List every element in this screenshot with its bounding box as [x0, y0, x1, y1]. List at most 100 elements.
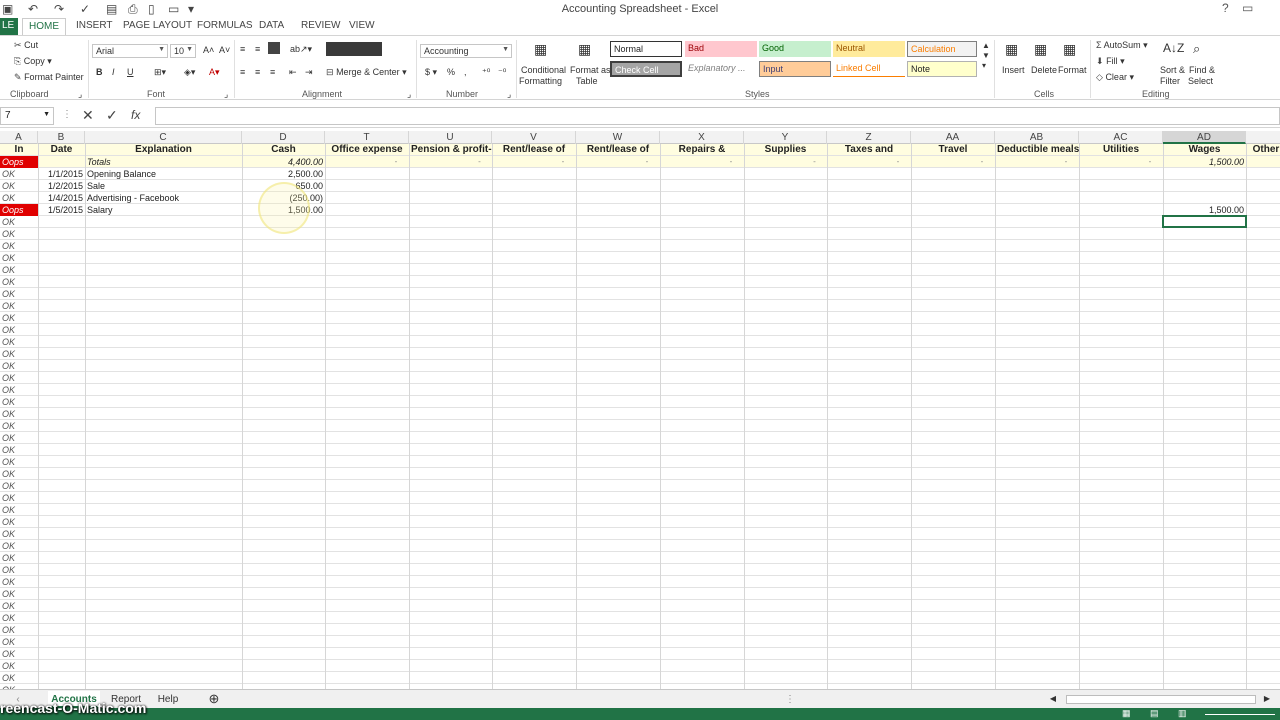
increase-indent-icon[interactable]: ⇥	[305, 67, 313, 78]
cell-y[interactable]: -	[744, 156, 827, 168]
cell-w[interactable]: -	[576, 156, 660, 168]
insert-cells-button[interactable]: Insert	[1002, 65, 1025, 75]
select-label[interactable]: Select	[1188, 76, 1213, 86]
delete-cells-button[interactable]: Delete	[1031, 65, 1057, 75]
cell-aa[interactable]: -	[911, 156, 995, 168]
cell-ac[interactable]: -	[1079, 156, 1163, 168]
decrease-indent-icon[interactable]: ⇤	[289, 67, 297, 78]
font-size-select[interactable]: 10 ▼	[170, 44, 196, 58]
align-right-icon[interactable]: ≡	[270, 67, 275, 77]
cell-d[interactable]: 2,500.00	[242, 168, 325, 180]
tab-home[interactable]: HOME	[22, 18, 66, 36]
cell-c[interactable]: Explanation	[85, 144, 242, 156]
format-cells-icon[interactable]: ▦	[1063, 41, 1076, 58]
fill-color-icon[interactable]: ◈▾	[184, 67, 195, 78]
add-sheet-icon[interactable]: ⊕	[204, 691, 224, 708]
cell-ad[interactable]	[1163, 192, 1246, 204]
column-header-y[interactable]: Y	[744, 131, 827, 144]
column-header-aa[interactable]: AA	[911, 131, 995, 144]
cell-a[interactable]: OK	[0, 456, 38, 468]
cell-aa[interactable]: Travel	[911, 144, 995, 156]
font-color-icon[interactable]: A▾	[209, 67, 220, 78]
alignment-launcher-icon[interactable]: ⌟	[407, 89, 411, 100]
sheet-tab-help[interactable]: Help	[150, 691, 186, 708]
cell-a[interactable]: OK	[0, 372, 38, 384]
cancel-icon[interactable]: ✕	[82, 107, 94, 124]
column-header-w[interactable]: W	[576, 131, 660, 144]
cell-a[interactable]: OK	[0, 564, 38, 576]
cell-a[interactable]: Oops	[0, 204, 38, 216]
cell-a[interactable]: OK	[0, 288, 38, 300]
tab-view[interactable]: VIEW	[349, 20, 375, 31]
column-header-z[interactable]: Z	[827, 131, 911, 144]
cell-c[interactable]: Salary	[85, 204, 242, 216]
wrap-text-button[interactable]	[326, 42, 382, 56]
sort-filter-icon[interactable]: A↓Z	[1163, 41, 1184, 55]
underline-button[interactable]: U	[127, 67, 134, 77]
format-cells-button[interactable]: Format	[1058, 65, 1087, 75]
tab-insert[interactable]: INSERT	[76, 20, 113, 31]
cell-ab[interactable]: -	[995, 156, 1079, 168]
top-align-icon[interactable]: ≡	[240, 44, 245, 54]
selected-cell[interactable]	[1162, 215, 1247, 228]
style-note[interactable]: Note	[907, 61, 977, 77]
cell-a[interactable]: OK	[0, 252, 38, 264]
cell-ad[interactable]	[1163, 168, 1246, 180]
conditional-formatting-sub[interactable]: Formatting	[519, 76, 562, 86]
comma-button[interactable]: ,	[464, 67, 467, 77]
cell-z[interactable]: -	[827, 156, 911, 168]
column-header-t[interactable]: T	[325, 131, 409, 144]
cell-b[interactable]: 1/1/2015	[38, 168, 85, 180]
style-explanatory[interactable]: Explanatory ...	[685, 61, 757, 77]
column-header-a[interactable]: A	[0, 131, 38, 144]
cell-t[interactable]: -	[325, 156, 409, 168]
cell-v[interactable]: Rent/lease of	[492, 144, 576, 156]
format-painter-button[interactable]: ✎ Format Painter	[14, 72, 84, 83]
increase-decimal-icon[interactable]: ⁺⁰	[482, 67, 490, 78]
cell-a[interactable]: OK	[0, 516, 38, 528]
cell-a[interactable]: OK	[0, 348, 38, 360]
format-as-table-label[interactable]: Format as	[570, 65, 611, 75]
cell-v[interactable]: -	[492, 156, 576, 168]
cell-a[interactable]: OK	[0, 180, 38, 192]
clipboard-launcher-icon[interactable]: ⌟	[78, 89, 82, 100]
formula-input[interactable]	[155, 107, 1280, 125]
cell-t[interactable]: Office expense	[325, 144, 409, 156]
filter-label[interactable]: Filter	[1160, 76, 1180, 86]
cell-u[interactable]: Pension & profit-	[409, 144, 492, 156]
zoom-slider[interactable]	[1205, 714, 1275, 715]
column-header-ad[interactable]: AD	[1163, 131, 1246, 144]
cell-a[interactable]: OK	[0, 504, 38, 516]
column-header-v[interactable]: V	[492, 131, 576, 144]
cell-a[interactable]: OK	[0, 612, 38, 624]
style-calculation[interactable]: Calculation	[907, 41, 977, 57]
cell-a[interactable]: OK	[0, 300, 38, 312]
merge-center-button[interactable]: ⊟ Merge & Center ▾	[326, 67, 407, 78]
find-label[interactable]: Find &	[1189, 65, 1215, 75]
middle-align-icon[interactable]: ≡	[255, 44, 260, 54]
cell-d[interactable]: Cash	[242, 144, 325, 156]
tab-review[interactable]: REVIEW	[301, 20, 340, 31]
cell-a[interactable]: OK	[0, 480, 38, 492]
bottom-align-icon[interactable]	[268, 42, 280, 54]
cell-a[interactable]: OK	[0, 324, 38, 336]
cell-u[interactable]: -	[409, 156, 492, 168]
cell-y[interactable]: Supplies	[744, 144, 827, 156]
normal-view-icon[interactable]: ▦	[1122, 708, 1131, 719]
name-box[interactable]: 7 ▼	[0, 107, 54, 125]
page-layout-view-icon[interactable]: ▤	[1150, 708, 1159, 719]
column-header-ac[interactable]: AC	[1079, 131, 1163, 144]
style-normal[interactable]: Normal	[610, 41, 682, 57]
delete-cells-icon[interactable]: ▦	[1034, 41, 1047, 58]
sheet-tabs-splitter[interactable]: ⋮	[760, 691, 820, 708]
font-name-select[interactable]: Arial ▼	[92, 44, 168, 58]
cell-b[interactable]: 1/5/2015	[38, 204, 85, 216]
enter-icon[interactable]: ✓	[106, 107, 118, 124]
cell-a[interactable]: OK	[0, 468, 38, 480]
cell-a[interactable]: OK	[0, 540, 38, 552]
style-check-cell[interactable]: Check Cell	[610, 61, 682, 77]
cell-a[interactable]: In	[0, 144, 38, 156]
style-input[interactable]: Input	[759, 61, 831, 77]
cell-x[interactable]: -	[660, 156, 744, 168]
cell-a[interactable]: OK	[0, 492, 38, 504]
